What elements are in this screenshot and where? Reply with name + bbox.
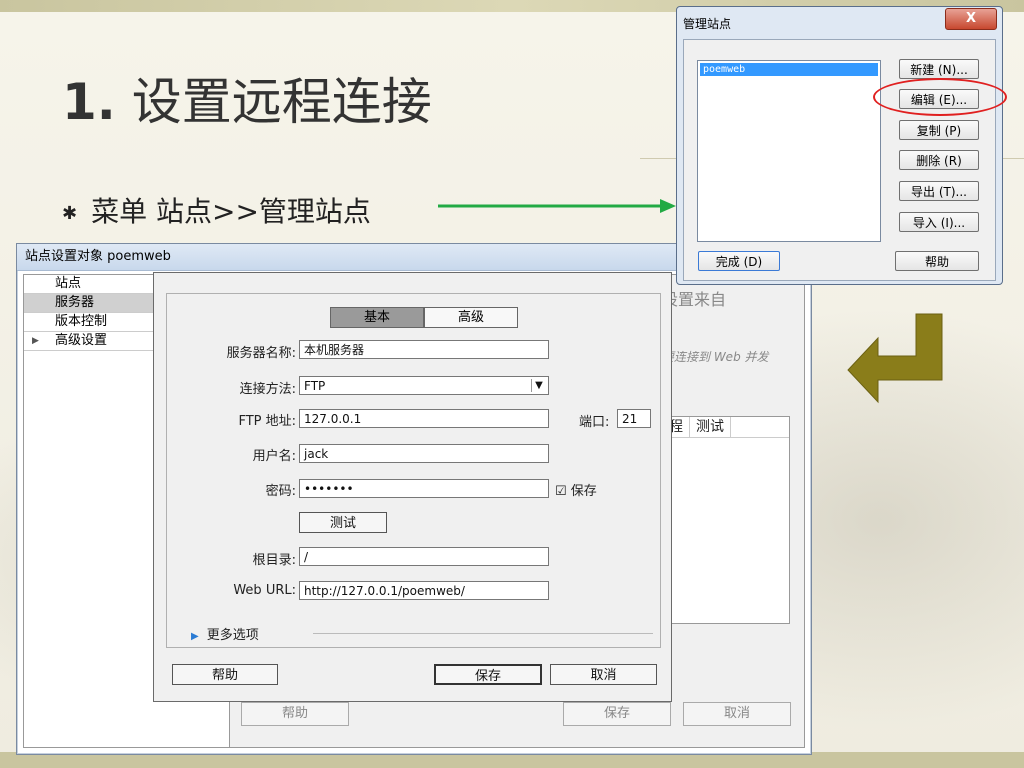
done-button[interactable]: 完成 (D) xyxy=(698,251,780,271)
dialog-save-button[interactable]: 保存 xyxy=(434,664,542,685)
bullet-item: ✱ 菜单 站点>>管理站点 xyxy=(62,190,371,230)
manage-sites-body: poemweb 新建 (N)... 编辑 (E)... 复制 (P) 删除 (R… xyxy=(683,39,996,281)
expand-triangle-icon[interactable]: ▶ xyxy=(32,332,39,350)
green-arrow-icon xyxy=(438,199,676,213)
bullet-text: 菜单 站点>>管理站点 xyxy=(91,195,371,228)
duplicate-site-button[interactable]: 复制 (P) xyxy=(899,120,979,140)
tab-basic[interactable]: 基本 xyxy=(330,307,424,328)
more-options-divider xyxy=(313,633,653,634)
chevron-down-icon[interactable]: ▼ xyxy=(531,379,546,392)
username-label: 用户名: xyxy=(252,449,296,464)
web-url-label: Web URL: xyxy=(233,583,296,598)
server-name-field[interactable]: 本机服务器 xyxy=(299,340,549,359)
ftp-address-label: FTP 地址: xyxy=(238,414,296,429)
manage-sites-title: 管理站点 xyxy=(683,17,732,31)
highlight-oval xyxy=(873,78,1007,116)
server-table-header: 程测试 xyxy=(663,417,789,438)
checkbox-checked-icon[interactable]: ☑ xyxy=(555,484,567,499)
tab-advanced[interactable]: 高级 xyxy=(424,307,518,328)
site-list[interactable]: poemweb xyxy=(697,60,881,242)
password-field[interactable]: ••••••• xyxy=(299,479,549,498)
remove-site-button[interactable]: 删除 (R) xyxy=(899,150,979,170)
password-label: 密码: xyxy=(265,484,296,499)
export-site-button[interactable]: 导出 (T)... xyxy=(899,181,979,201)
new-site-button[interactable]: 新建 (N)... xyxy=(899,59,979,79)
username-field[interactable]: jack xyxy=(299,444,549,463)
close-button[interactable]: X xyxy=(945,8,997,30)
import-site-button[interactable]: 导入 (I)... xyxy=(899,212,979,232)
manage-help-button[interactable]: 帮助 xyxy=(895,251,979,271)
slide-title: 1. 设置远程连接 xyxy=(62,73,432,131)
expand-triangle-icon: ▶ xyxy=(191,631,199,642)
list-item[interactable]: poemweb xyxy=(700,63,878,76)
bullet-star-icon: ✱ xyxy=(62,202,78,224)
back-save-button[interactable]: 保存 xyxy=(563,702,671,726)
manage-sites-dialog: 管理站点 X poemweb 新建 (N)... 编辑 (E)... 复制 (P… xyxy=(676,6,1003,285)
ftp-address-field[interactable]: 127.0.0.1 xyxy=(299,409,549,428)
save-password-checkbox[interactable]: ☑ 保存 xyxy=(555,480,597,499)
back-description: 要连接到 Web 并发 xyxy=(662,350,769,364)
root-dir-label: 根目录: xyxy=(252,553,296,568)
port-field[interactable]: 21 xyxy=(617,409,651,428)
dialog-cancel-button[interactable]: 取消 xyxy=(550,664,657,685)
connect-method-label: 连接方法: xyxy=(239,382,296,397)
back-help-button[interactable]: 帮助 xyxy=(241,702,349,726)
col-test[interactable]: 测试 xyxy=(690,417,731,437)
web-url-field[interactable]: http://127.0.0.1/poemweb/ xyxy=(299,581,549,600)
more-options-toggle[interactable]: ▶ 更多选项 xyxy=(191,624,259,643)
olive-return-arrow-icon xyxy=(847,313,943,404)
server-dialog: 基本 高级 服务器名称: 本机服务器 连接方法: FTP ▼ FTP 地址: 12… xyxy=(153,272,672,702)
test-button[interactable]: 测试 xyxy=(299,512,387,533)
server-dialog-body: 基本 高级 服务器名称: 本机服务器 连接方法: FTP ▼ FTP 地址: 12… xyxy=(166,293,661,648)
dialog-help-button[interactable]: 帮助 xyxy=(172,664,278,685)
server-tabs: 基本 高级 xyxy=(330,307,518,328)
server-table: 程测试 xyxy=(662,416,790,624)
connect-method-select[interactable]: FTP ▼ xyxy=(299,376,549,395)
back-cancel-button[interactable]: 取消 xyxy=(683,702,791,726)
port-label: 端口: xyxy=(579,415,610,430)
root-dir-field[interactable]: / xyxy=(299,547,549,566)
server-name-label: 服务器名称: xyxy=(226,346,296,361)
